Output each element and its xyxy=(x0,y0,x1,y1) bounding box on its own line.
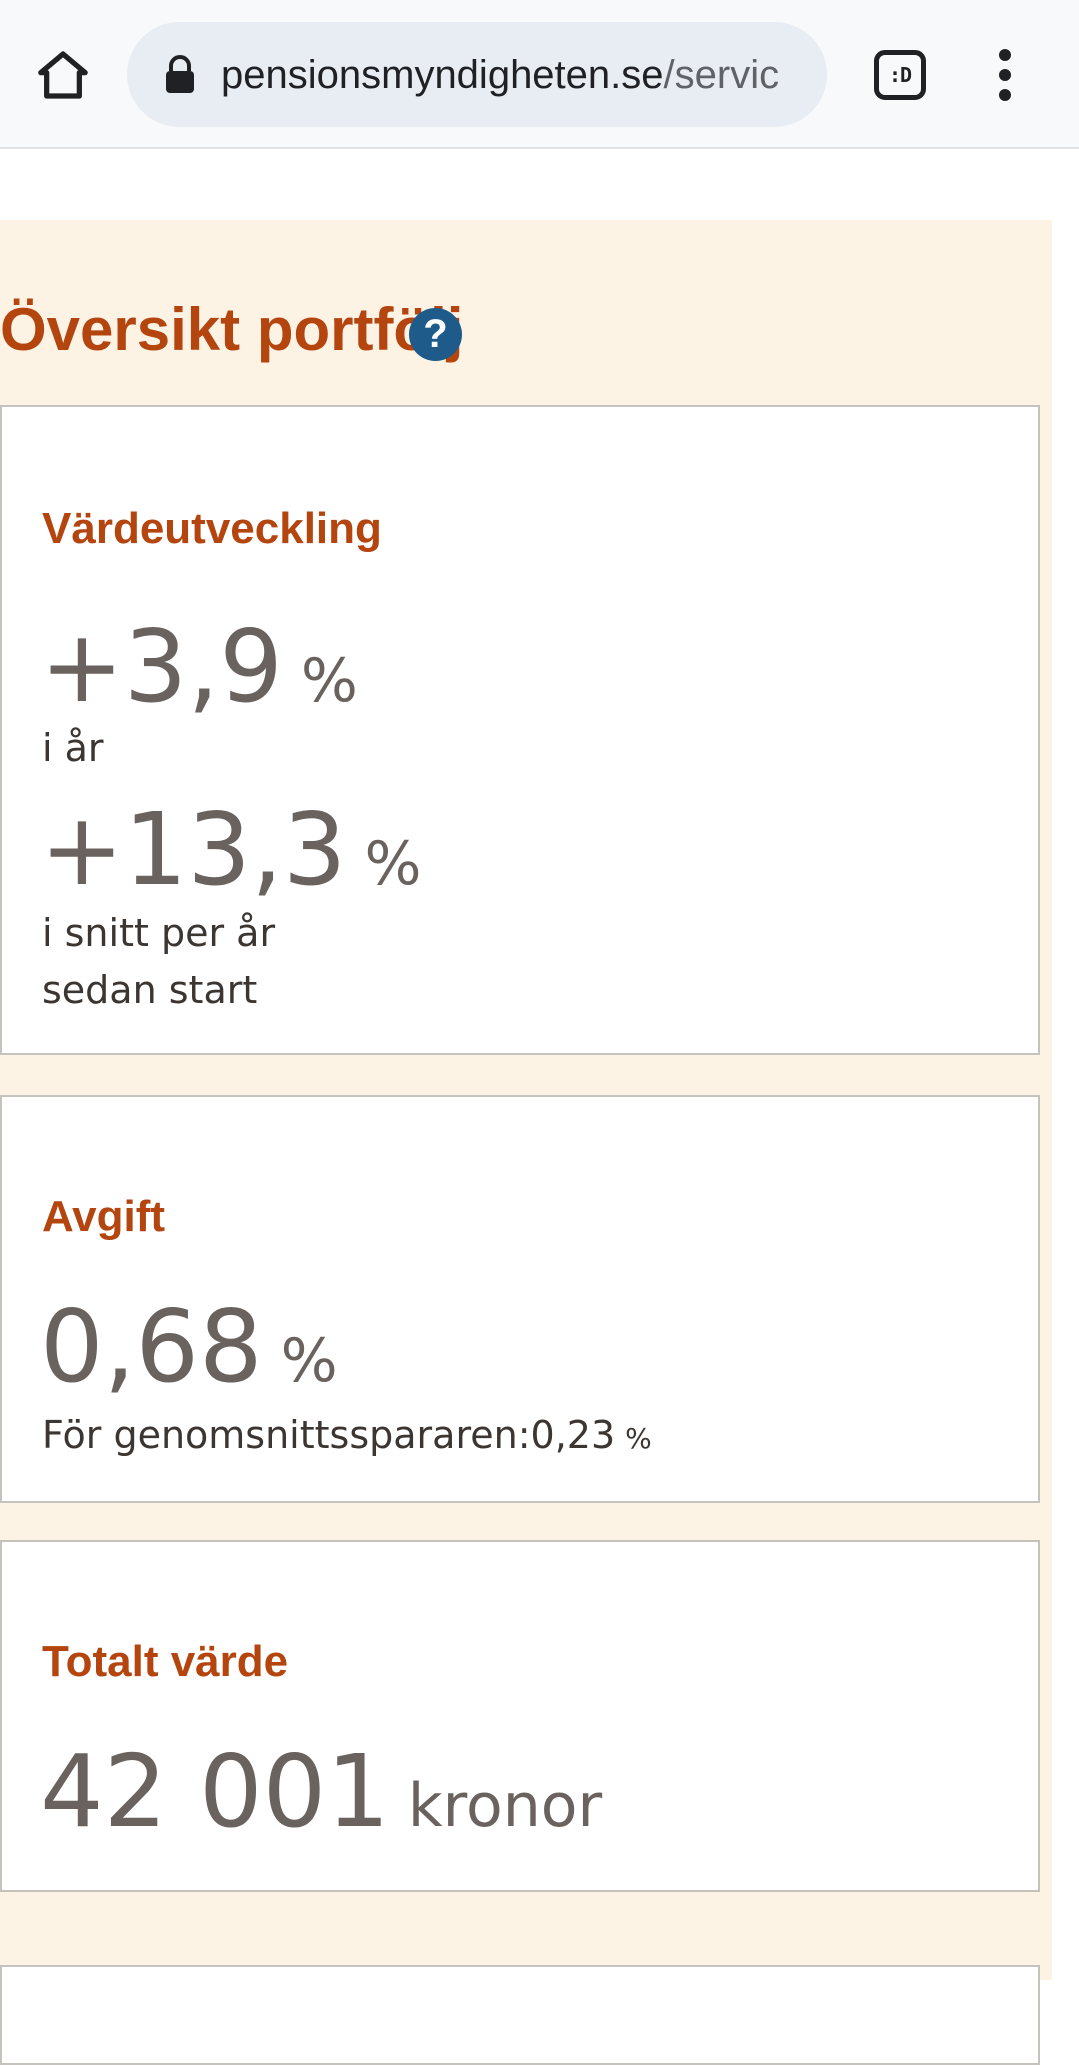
total-value-unit: kronor xyxy=(407,1771,603,1841)
lock-icon xyxy=(166,55,194,93)
total-value-heading: Totalt värde xyxy=(42,1637,289,1686)
average-saver-value: 0,23 xyxy=(530,1413,616,1457)
average-saver-label: För genomsnittsspararen: xyxy=(42,1413,531,1457)
url-text[interactable]: pensionsmyndigheten.se/servic xyxy=(221,50,817,100)
average-saver-fee: För genomsnittsspararen:0,23% xyxy=(42,1407,652,1467)
next-card-partial xyxy=(0,1965,1040,2065)
average-caption-line2: sedan start xyxy=(42,968,258,1012)
fee-value-unit: % xyxy=(280,1326,338,1396)
total-value: 42 001 kronor xyxy=(40,1742,602,1842)
average-caption-line1: i snitt per år xyxy=(42,911,276,955)
this-year-caption: i år xyxy=(42,726,104,770)
more-vert-icon[interactable] xyxy=(990,45,1020,105)
browser-toolbar: pensionsmyndigheten.se/servic :D xyxy=(0,0,1079,149)
average-return: +13,3% xyxy=(40,800,421,900)
url-host: pensionsmyndigheten.se xyxy=(221,53,664,97)
fee-value: 0,68% xyxy=(40,1297,338,1397)
fee-value-number: 0,68 xyxy=(40,1288,263,1405)
home-icon xyxy=(38,51,88,99)
average-saver-unit: % xyxy=(625,1422,652,1455)
fee-card: Avgift 0,68% För genomsnittsspararen:0,2… xyxy=(0,1095,1040,1503)
home-button[interactable] xyxy=(30,42,96,108)
tab-switcher-label: :D xyxy=(888,63,912,87)
page-title: Översikt portfölj xyxy=(0,296,464,363)
fee-heading: Avgift xyxy=(42,1192,166,1241)
address-bar[interactable]: pensionsmyndigheten.se/servic xyxy=(127,22,827,127)
url-path: /servic xyxy=(663,53,780,97)
average-return-unit: % xyxy=(364,829,422,899)
this-year-return-value: +3,9 xyxy=(40,608,283,725)
average-return-value: +13,3 xyxy=(40,791,347,908)
tab-switcher-icon[interactable]: :D xyxy=(874,50,926,100)
this-year-return: +3,9% xyxy=(40,617,358,717)
total-value-number: 42 001 xyxy=(40,1733,390,1850)
this-year-return-unit: % xyxy=(300,646,358,716)
help-icon[interactable]: ? xyxy=(409,308,462,361)
value-development-card: Värdeutveckling +3,9% i år +13,3% i snit… xyxy=(0,405,1040,1055)
total-value-card: Totalt värde 42 001 kronor xyxy=(0,1540,1040,1892)
value-development-heading: Värdeutveckling xyxy=(42,504,382,553)
